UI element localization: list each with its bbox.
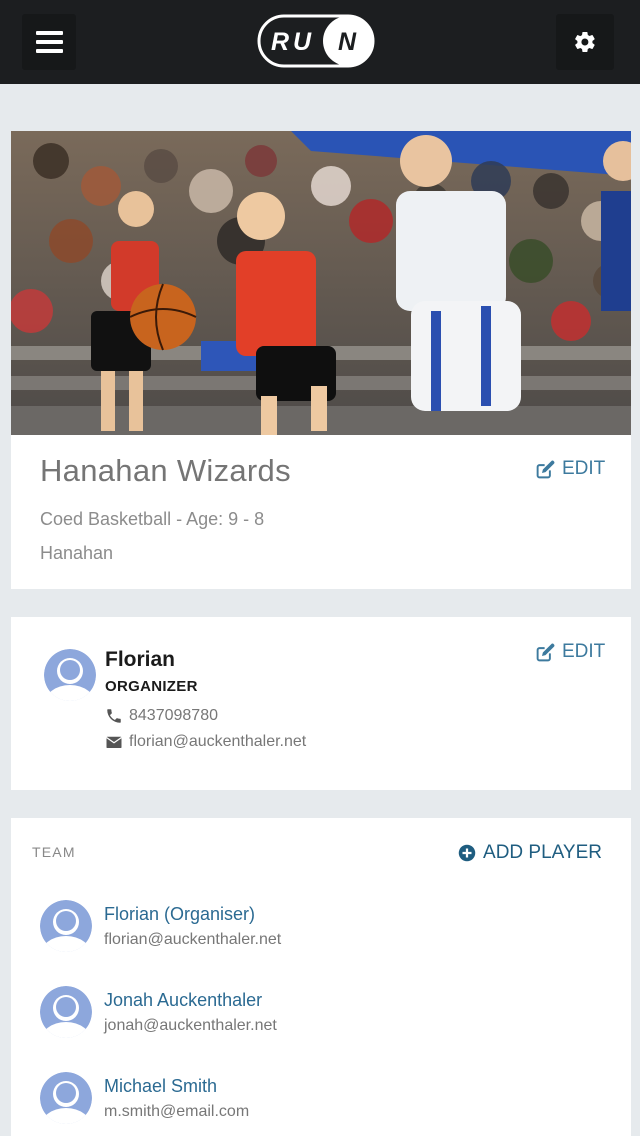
player-email: jonah@auckenthaler.net xyxy=(104,1017,277,1034)
organizer-role: ORGANIZER xyxy=(105,678,198,695)
user-icon xyxy=(44,649,96,701)
edit-organizer-button[interactable]: EDIT xyxy=(535,641,605,663)
team-info-card: Hanahan Wizards Coed Basketball - Age: 9… xyxy=(11,131,631,589)
add-player-button[interactable]: ADD PLAYER xyxy=(458,842,602,864)
plus-circle-icon xyxy=(458,844,476,862)
team-list-card: TEAM ADD PLAYER Florian (Organiser) flor… xyxy=(11,818,631,1136)
player-avatar xyxy=(40,900,92,952)
player-avatar xyxy=(40,1072,92,1124)
organizer-email: florian@auckenthaler.net xyxy=(129,733,307,750)
hamburger-icon xyxy=(35,31,63,35)
gear-icon xyxy=(575,31,595,53)
edit-organizer-label: EDIT xyxy=(562,641,606,662)
run-logo[interactable]: RU N xyxy=(257,14,375,68)
user-icon xyxy=(40,986,92,1038)
envelope-icon xyxy=(106,736,122,748)
edit-icon xyxy=(536,643,555,661)
phone-icon xyxy=(107,709,121,723)
player-avatar xyxy=(40,986,92,1038)
team-subtitle: Coed Basketball - Age: 9 - 8 xyxy=(40,509,265,529)
player-name[interactable]: Jonah Auckenthaler xyxy=(104,990,262,1011)
player-name[interactable]: Michael Smith xyxy=(104,1076,217,1097)
player-email: m.smith@email.com xyxy=(104,1103,250,1120)
settings-button[interactable] xyxy=(556,14,614,70)
edit-team-label: EDIT xyxy=(562,458,606,479)
team-heading: TEAM xyxy=(32,844,76,860)
organizer-name: Florian xyxy=(105,648,176,671)
phone-row[interactable]: 8437098780 xyxy=(105,707,218,725)
organizer-avatar xyxy=(44,649,96,701)
add-player-label: ADD PLAYER xyxy=(483,842,602,863)
team-name: Hanahan Wizards xyxy=(40,453,291,488)
team-location: Hanahan xyxy=(40,543,114,563)
user-icon xyxy=(40,900,92,952)
player-name[interactable]: Florian (Organiser) xyxy=(104,904,255,925)
email-row[interactable]: florian@auckenthaler.net xyxy=(105,733,306,751)
user-icon xyxy=(40,1072,92,1124)
edit-team-button[interactable]: EDIT xyxy=(535,458,605,480)
edit-icon xyxy=(536,460,555,478)
logo-text-left: RU xyxy=(271,28,315,56)
team-photo xyxy=(11,131,631,435)
top-bar: RU N xyxy=(0,0,640,84)
organizer-phone: 8437098780 xyxy=(129,707,218,724)
player-email: florian@auckenthaler.net xyxy=(104,931,282,948)
menu-button[interactable] xyxy=(22,14,76,70)
logo-text-right: N xyxy=(338,28,357,56)
organizer-card: Florian ORGANIZER 8437098780 florian@auc… xyxy=(11,617,631,790)
